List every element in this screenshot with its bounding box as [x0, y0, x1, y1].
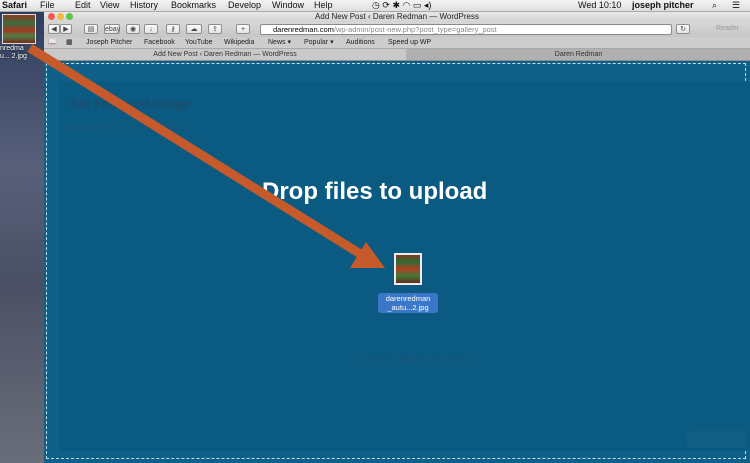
- status-icons[interactable]: ◷ ⟳ ✱ ◠ ▭ ◂): [372, 0, 431, 11]
- extension-icon: ◉: [129, 26, 137, 33]
- share-button[interactable]: ⇪: [208, 24, 222, 34]
- cloud-button[interactable]: ☁: [186, 24, 202, 34]
- menu-file[interactable]: File: [40, 0, 55, 11]
- bookmarks-icon[interactable]: 📖: [48, 37, 57, 48]
- url-host: darenredman.com: [273, 25, 334, 34]
- sync-icon[interactable]: ⟳: [382, 0, 390, 10]
- browser-toolbar: ◀ ▶ ▤ ebay ◉ ↓ ⚷ ☁ ⇪ + darenredman.com/w…: [44, 22, 750, 37]
- bookmark-item[interactable]: YouTube: [185, 37, 213, 48]
- time-machine-icon[interactable]: ◷: [372, 0, 380, 10]
- bookmark-item[interactable]: Wikipedia: [224, 37, 254, 48]
- dragged-file-label[interactable]: darenredman _autu...2.jpg: [378, 293, 438, 313]
- ebay-button[interactable]: ebay: [104, 24, 120, 34]
- minimize-button[interactable]: [57, 13, 64, 20]
- desktop-file-thumbnail[interactable]: [2, 14, 36, 44]
- menu-history[interactable]: History: [130, 0, 158, 11]
- menu-bar: Safari File Edit View History Bookmarks …: [0, 0, 750, 12]
- modal-title: Set Featured Image: [70, 96, 190, 111]
- back-icon: ◀: [51, 26, 57, 33]
- menu-view[interactable]: View: [100, 0, 119, 11]
- cloud-icon: ☁: [190, 26, 198, 33]
- dragged-file-name-2: _autu...2.jpg: [387, 303, 429, 312]
- grid-icon[interactable]: ▦: [66, 37, 73, 48]
- dragged-file-thumbnail[interactable]: [394, 253, 422, 285]
- tab-daren-redman[interactable]: Daren Redman: [407, 49, 750, 60]
- tab-add-new-post[interactable]: Add New Post ‹ Daren Redman — WordPress: [44, 49, 406, 60]
- desktop-file-label[interactable]: nredma u... 2.jpg: [0, 45, 44, 61]
- share-icon: ⇪: [212, 26, 218, 33]
- set-featured-image-button[interactable]: [687, 431, 747, 448]
- back-button[interactable]: ◀: [48, 24, 60, 34]
- menu-bookmarks[interactable]: Bookmarks: [171, 0, 216, 11]
- download-icon: ↓: [149, 26, 153, 33]
- volume-icon[interactable]: ◂): [424, 0, 432, 10]
- zoom-button[interactable]: [66, 13, 73, 20]
- spotlight-icon[interactable]: ⌕: [712, 0, 717, 11]
- browser-window: Add New Post ‹ Daren Redman — WordPress …: [44, 12, 750, 463]
- url-path: /wp-admin/post-new.php?post_type=gallery…: [333, 25, 497, 34]
- notification-icon[interactable]: ☰: [732, 0, 740, 11]
- bluetooth-icon[interactable]: ✱: [392, 0, 400, 10]
- reader-list-icon: ▤: [87, 26, 95, 33]
- battery-icon[interactable]: ▭: [413, 0, 422, 10]
- bookmark-item[interactable]: Auditions: [346, 37, 375, 48]
- desktop: nredma u... 2.jpg: [0, 12, 44, 463]
- menu-develop[interactable]: Develop: [228, 0, 261, 11]
- tab-bar: Add New Post ‹ Daren Redman — WordPress …: [44, 49, 750, 61]
- menu-help[interactable]: Help: [314, 0, 333, 11]
- forward-icon: ▶: [63, 26, 69, 33]
- menu-edit[interactable]: Edit: [75, 0, 91, 11]
- menu-app-safari[interactable]: Safari: [2, 0, 27, 11]
- clock[interactable]: Wed 10:10: [578, 0, 621, 11]
- drop-files-heading: Drop files to upload: [262, 178, 488, 205]
- address-bar[interactable]: darenredman.com/wp-admin/post-new.php?po…: [260, 24, 672, 35]
- dragged-file-name-1: darenredman: [385, 294, 431, 303]
- tab-media-library[interactable]: Media Library: [130, 123, 178, 132]
- close-button[interactable]: [48, 13, 55, 20]
- bookmark-item[interactable]: Joseph Pitcher: [86, 37, 132, 48]
- window-title: Add New Post ‹ Daren Redman — WordPress: [315, 12, 479, 21]
- reader-list-button[interactable]: ▤: [84, 24, 98, 34]
- extension-button-2[interactable]: ↓: [144, 24, 158, 34]
- wifi-icon[interactable]: ◠: [403, 0, 411, 10]
- extension-button-3[interactable]: ⚷: [166, 24, 180, 34]
- ebay-icon: ebay: [105, 26, 121, 33]
- bookmarks-bar: 📖 ▦ Joseph Pitcher Facebook YouTube Wiki…: [44, 37, 750, 49]
- bookmark-item[interactable]: Speed up WP: [388, 37, 431, 48]
- key-icon: ⚷: [170, 26, 176, 33]
- forward-button[interactable]: ▶: [60, 24, 72, 34]
- add-tab-button[interactable]: +: [236, 24, 250, 34]
- add-tab-icon: +: [240, 26, 246, 33]
- reload-button[interactable]: ↻: [676, 24, 690, 34]
- tab-upload-files[interactable]: Upload Files: [70, 123, 114, 132]
- bookmark-item[interactable]: Popular ▾: [304, 37, 334, 48]
- bookmark-item[interactable]: Facebook: [144, 37, 175, 48]
- window-titlebar: Add New Post ‹ Daren Redman — WordPress: [44, 12, 750, 22]
- extension-button-1[interactable]: ◉: [126, 24, 140, 34]
- user-name[interactable]: joseph pitcher: [632, 0, 694, 11]
- menu-window[interactable]: Window: [272, 0, 304, 11]
- bookmark-item[interactable]: News ▾: [268, 37, 291, 48]
- reload-icon: ↻: [680, 26, 686, 33]
- max-upload-size: Maximum upload file size: 128MB.: [364, 356, 471, 363]
- reader-button[interactable]: Reader: [716, 24, 748, 34]
